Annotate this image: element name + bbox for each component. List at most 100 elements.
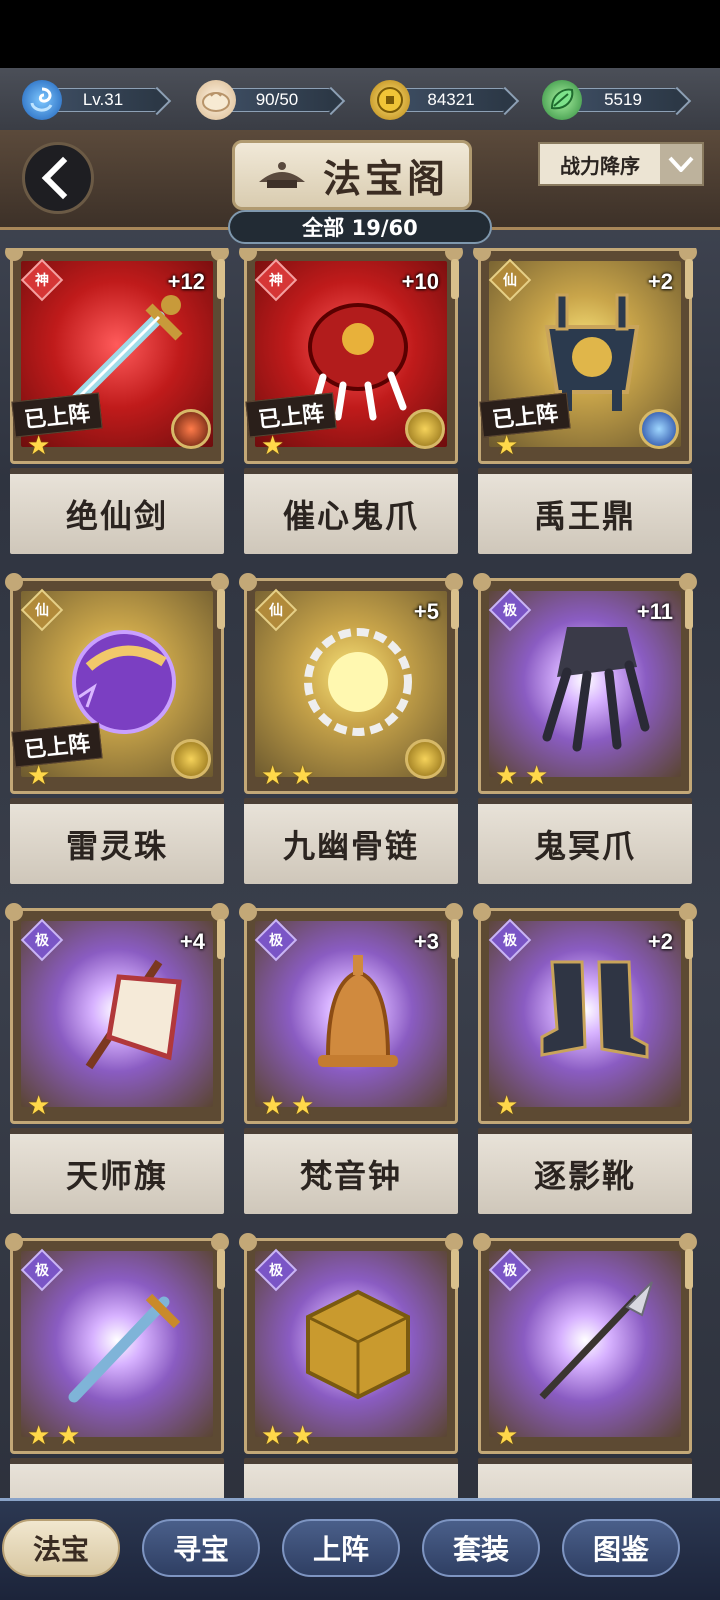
skill-icon [171, 739, 211, 779]
star-rating: ★ [27, 763, 53, 789]
star-rating: ★ ★ [261, 1093, 317, 1119]
back-button[interactable] [22, 142, 94, 214]
enhance-level: +4 [179, 929, 205, 954]
frame-knob [239, 903, 257, 921]
coin-icon [370, 80, 410, 120]
star-icon: ★ [495, 1091, 519, 1121]
treasure-name-plate: 天师旗 [10, 1128, 224, 1214]
tassel-ornament [451, 589, 459, 629]
treasure-card[interactable]: 极 ★ [472, 1233, 697, 1498]
treasure-card[interactable]: 极 ★ ★ [4, 1233, 229, 1498]
frame-knob [473, 248, 491, 261]
treasure-name-plate: 逐影靴 [478, 1128, 692, 1214]
frame-knob [473, 903, 491, 921]
grade-label: 神 [269, 273, 283, 289]
treasure-frame: 神 +10 已上阵 ★ [239, 248, 463, 464]
frame-knob [5, 903, 23, 921]
treasure-name-plate: 梵音钟 [244, 1128, 458, 1214]
frame-knob [239, 1233, 257, 1251]
coin-value: 84321 [396, 88, 506, 112]
nav-deploy-tab[interactable]: 上阵 [282, 1519, 400, 1577]
tassel-ornament [685, 589, 693, 629]
treasure-frame: 极 ★ [473, 1233, 697, 1454]
star-rating: ★ [27, 1093, 53, 1119]
star-icon: ★ [291, 1091, 315, 1121]
treasure-card[interactable]: 极 +3 ★ ★ 梵音钟 [238, 903, 463, 1224]
treasure-name: 雷灵珠 [65, 827, 168, 865]
treasure-name: 逐影靴 [533, 1157, 636, 1195]
grade-label: 极 [503, 933, 517, 949]
level-swirl-icon [22, 80, 62, 120]
grade-label: 神 [35, 273, 49, 289]
skill-icon [405, 739, 445, 779]
treasure-frame: 极 +2 ★ [473, 903, 697, 1124]
skill-icon [639, 409, 679, 449]
treasure-card[interactable]: 极 +4 ★ 天师旗 [4, 903, 229, 1224]
treasure-name: 鬼冥爪 [533, 827, 636, 865]
bottom-nav: 法宝 寻宝 上阵 套装 图鉴 [0, 1498, 720, 1600]
tassel-ornament [685, 919, 693, 959]
treasure-name: 绝仙剑 [65, 497, 168, 535]
treasure-name: 天师旗 [65, 1157, 168, 1195]
treasure-card[interactable]: 极 +11 ★ ★ 鬼冥爪 [472, 573, 697, 894]
star-icon: ★ [27, 1421, 51, 1451]
treasure-name-plate: 催心鬼爪 [244, 468, 458, 554]
enhance-level: +2 [647, 269, 673, 294]
frame-knob [239, 573, 257, 591]
enhance-level: +11 [636, 599, 673, 624]
star-icon: ★ [495, 431, 519, 461]
back-arrow-icon [41, 156, 85, 200]
nav-set-tab[interactable]: 套装 [422, 1519, 540, 1577]
grade-label: 极 [503, 603, 517, 619]
tassel-ornament [451, 919, 459, 959]
treasure-name-plate: 鬼冥爪 [478, 798, 692, 884]
boots-icon [540, 960, 649, 1059]
grade-label: 极 [503, 1263, 517, 1279]
dark-claw-icon [542, 627, 650, 752]
treasure-frame: 极 +11 ★ ★ [473, 573, 697, 794]
enhance-level: +2 [647, 929, 673, 954]
treasure-name-plate: 九幽骨链 [244, 798, 458, 884]
treasure-card[interactable]: 极 +2 ★ 逐影靴 [472, 903, 697, 1224]
nav-codex-tab[interactable]: 图鉴 [562, 1519, 680, 1577]
grade-label: 极 [35, 1263, 49, 1279]
enhance-level: +5 [413, 599, 439, 624]
treasure-name: 禹王鼎 [533, 497, 636, 535]
enhance-level: +3 [413, 929, 439, 954]
treasure-card[interactable]: 神 +10 已上阵 ★ 催心鬼爪 [238, 248, 463, 564]
treasure-name-plate [244, 1458, 458, 1498]
star-icon: ★ [57, 1421, 81, 1451]
star-rating: ★ [495, 433, 521, 459]
frame-knob [5, 573, 23, 591]
sort-dropdown[interactable]: 战力降序 [538, 142, 704, 186]
page-title: 法宝阁 [322, 155, 449, 201]
filter-count-pill[interactable]: 全部 19/60 [228, 210, 492, 244]
treasure-card[interactable]: 仙 +5 ★ ★ 九幽骨链 [238, 573, 463, 894]
treasure-frame: 仙 已上阵 ★ [5, 573, 229, 794]
treasure-card[interactable]: 仙 已上阵 ★ 雷灵珠 [4, 573, 229, 894]
stamina-value: 90/50 [222, 88, 332, 112]
star-icon: ★ [525, 761, 549, 791]
frame-knob [5, 1233, 23, 1251]
gold-cube-icon [306, 1289, 410, 1400]
treasure-name: 梵音钟 [299, 1157, 402, 1195]
skill-icon [171, 409, 211, 449]
nav-treasure-tab[interactable]: 法宝 [2, 1519, 120, 1577]
treasure-name-plate [478, 1458, 692, 1498]
treasure-card[interactable]: 极 ★ ★ [238, 1233, 463, 1498]
grade-label: 极 [269, 1263, 283, 1279]
tassel-ornament [685, 1249, 693, 1289]
skill-icon [405, 409, 445, 449]
spear-icon [539, 1281, 653, 1400]
treasure-card[interactable]: 仙 +2 已上阵 ★ 禹王鼎 [472, 248, 697, 564]
treasure-card[interactable]: 神 +12 已上阵 ★ 绝仙剑 [4, 248, 229, 564]
nav-seek-tab[interactable]: 寻宝 [142, 1519, 260, 1577]
grade-label: 仙 [35, 603, 49, 619]
enhance-level: +12 [167, 269, 205, 294]
tassel-ornament [685, 259, 693, 299]
star-icon: ★ [261, 1091, 285, 1121]
tassel-ornament [217, 919, 225, 959]
star-rating: ★ [27, 433, 53, 459]
bone-chain-icon [304, 628, 412, 736]
star-rating: ★ ★ [27, 1423, 83, 1449]
